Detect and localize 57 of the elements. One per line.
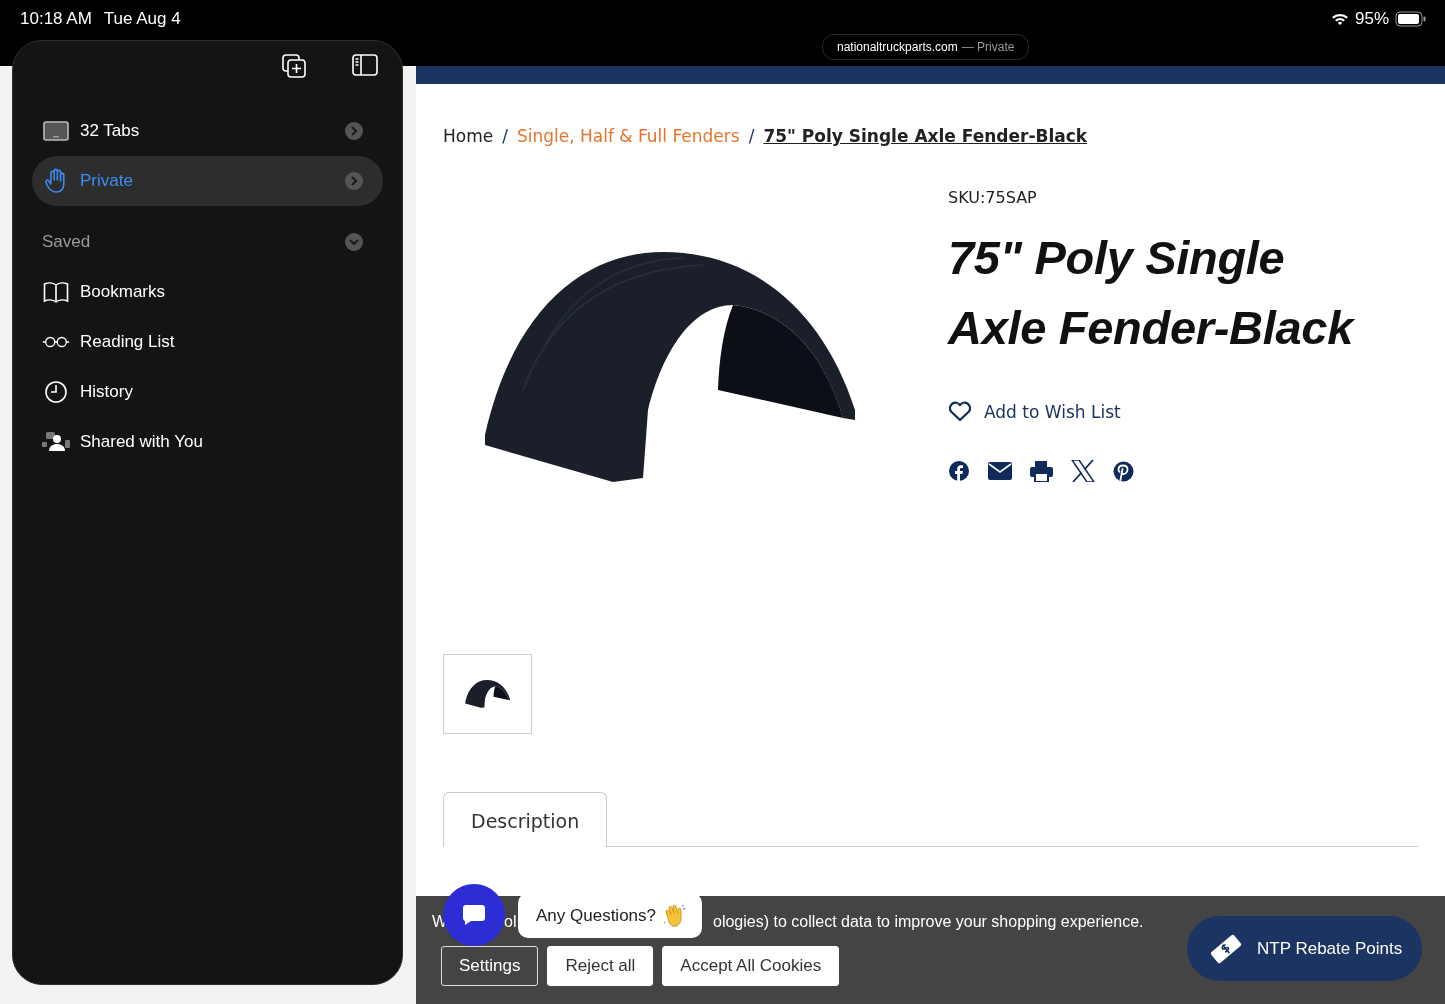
sidebar-item-label: Bookmarks: [80, 282, 167, 302]
address-bar[interactable]: nationaltruckparts.com — Private: [822, 34, 1030, 60]
chevron-right-icon[interactable]: [345, 122, 363, 140]
sidebar-item[interactable]: Private: [32, 156, 383, 206]
sidebar-item[interactable]: History: [32, 367, 383, 417]
waving-hand-icon: [664, 903, 686, 928]
book-icon: [43, 281, 69, 303]
breadcrumb-separator: /: [748, 126, 755, 146]
sidebar-item-label: Private: [80, 171, 134, 191]
product-sku: SKU:75SAP: [948, 188, 1038, 207]
clock-icon: [44, 380, 68, 404]
sidebar-item-label: Shared with You: [80, 432, 204, 452]
fender-drawing: [464, 679, 511, 709]
breadcrumb-link[interactable]: Home: [443, 126, 494, 146]
shared-people-icon: [42, 432, 70, 452]
glasses-icon: [42, 335, 70, 349]
chat-bubble-text: Any Questions?: [536, 905, 656, 926]
pinterest-icon[interactable]: [1113, 460, 1134, 482]
hand-icon: [45, 168, 67, 194]
breadcrumb-link[interactable]: 75" Poly Single Axle Fender-Black: [763, 126, 1088, 146]
x-logo-icon[interactable]: [1071, 460, 1095, 482]
new-tab-group-icon[interactable]: [282, 54, 306, 78]
wishlist-link[interactable]: Add to Wish List: [984, 401, 1121, 422]
description-tab[interactable]: Description: [443, 792, 608, 847]
chat-bubble[interactable]: Any Questions?: [518, 893, 702, 938]
sidebar-item-label: History: [80, 382, 134, 402]
sidebar-item[interactable]: 32 Tabs: [32, 106, 383, 156]
email-icon[interactable]: [988, 462, 1012, 480]
cookie-button[interactable]: Accept All Cookies: [662, 946, 840, 986]
breadcrumb-separator: /: [502, 126, 508, 146]
cookie-button[interactable]: Reject all: [547, 946, 654, 986]
tablet-icon: [43, 121, 69, 141]
sidebar-item[interactable]: Bookmarks: [32, 267, 383, 317]
rebate-points-button[interactable]: NTP Rebate Points: [1187, 916, 1422, 981]
sidebar-item[interactable]: Reading List: [32, 317, 383, 367]
sidebar-toggle-icon[interactable]: [352, 54, 378, 76]
chat-icon: [462, 904, 486, 926]
product-title: 75" Poly Single Axle Fender-Black: [948, 230, 1356, 356]
cookie-text: ologies) to collect data to improve your shopping experience.: [713, 913, 1144, 931]
address-mode: — Private: [961, 40, 1015, 54]
status-time: 10:18 AM: [20, 9, 92, 28]
status-date: Tue Aug 4: [103, 9, 181, 28]
print-icon[interactable]: [1030, 460, 1053, 482]
battery-percentage: 95%: [1354, 9, 1389, 29]
chevron-down-icon[interactable]: [345, 233, 363, 251]
product-thumbnail[interactable]: [443, 654, 532, 734]
cookie-text: ol: [504, 913, 517, 931]
address-domain: nationaltruckparts.com: [837, 40, 958, 54]
sidebar-item[interactable]: Shared with You: [32, 417, 383, 467]
heart-icon[interactable]: [948, 401, 972, 422]
facebook-icon[interactable]: [948, 460, 970, 482]
sidebar-item-label: Reading List: [80, 332, 176, 352]
section-header: Saved: [42, 232, 92, 252]
cookie-button[interactable]: Settings: [441, 946, 539, 986]
battery-icon: [1395, 11, 1427, 27]
wifi-icon: [1330, 12, 1349, 26]
sidebar-item-label: 32 Tabs: [80, 121, 141, 141]
